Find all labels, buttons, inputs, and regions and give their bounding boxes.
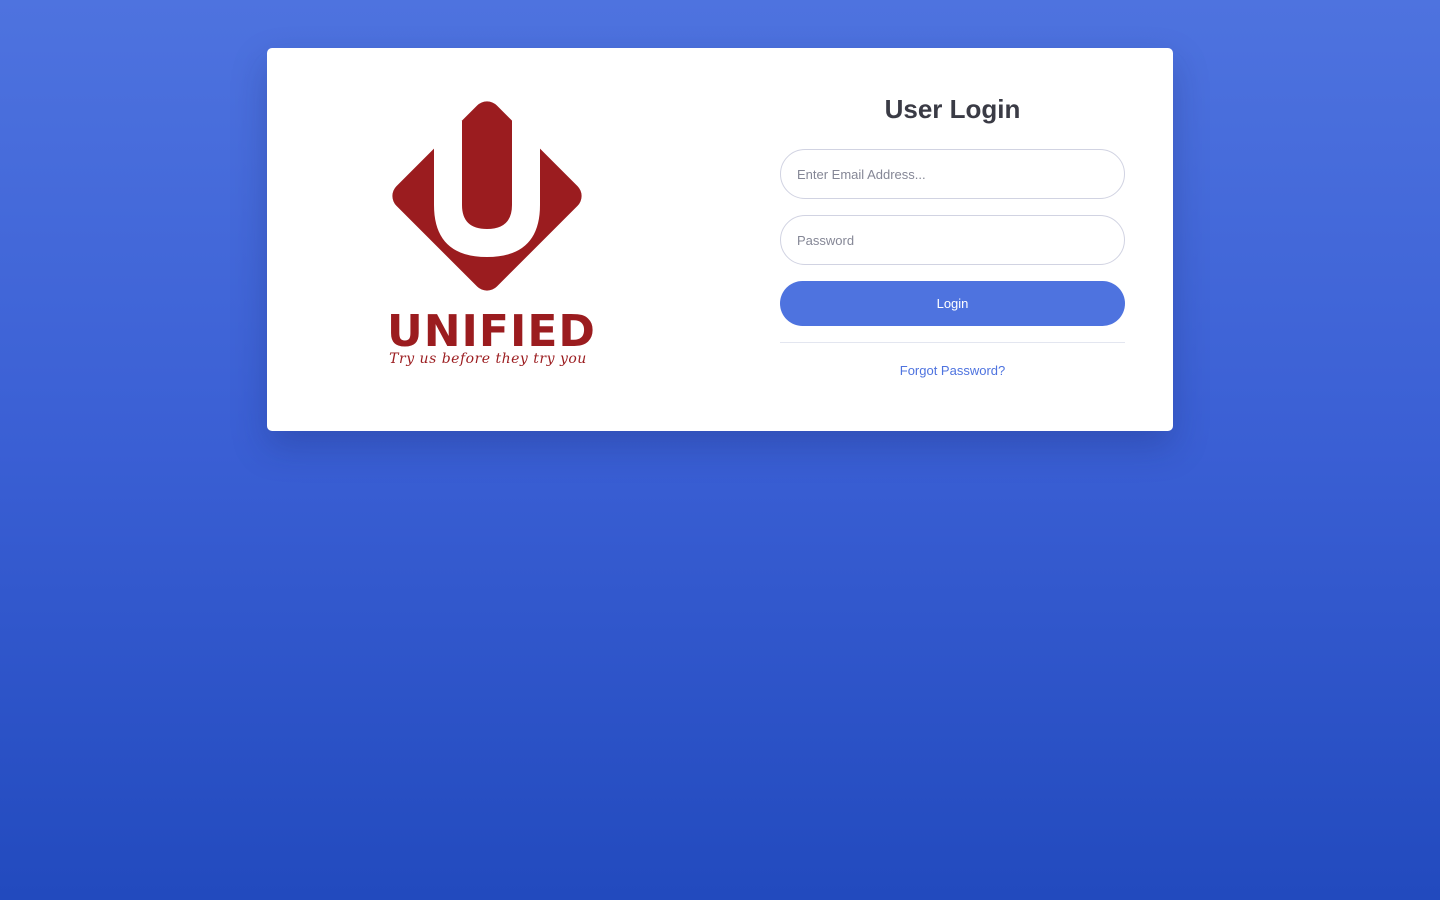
- login-card: UNIFIED Try us before they try you User …: [267, 48, 1173, 431]
- email-field[interactable]: [780, 149, 1125, 199]
- unified-logo-icon: [392, 101, 582, 291]
- brand-tagline: Try us before they try you: [389, 351, 587, 367]
- login-button[interactable]: Login: [780, 281, 1125, 326]
- forgot-password-link[interactable]: Forgot Password?: [780, 363, 1125, 378]
- brand-logo: UNIFIED Try us before they try you: [267, 48, 707, 431]
- password-field[interactable]: [780, 215, 1125, 265]
- divider: [780, 342, 1125, 343]
- page-title: User Login: [884, 94, 1021, 124]
